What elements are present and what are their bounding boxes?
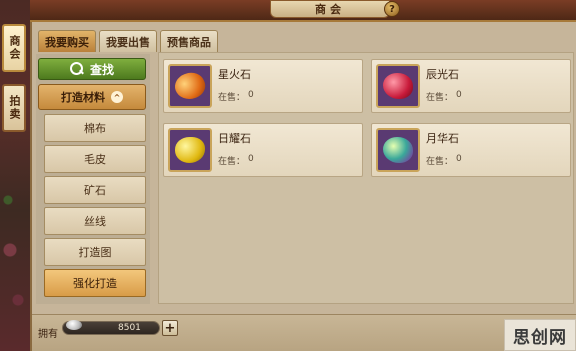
item-stock-value: 0 <box>248 154 254 164</box>
item-name: 月华石 <box>426 132 459 145</box>
tab-buy[interactable]: 我要购买 <box>38 30 96 52</box>
item-grid: 星火石 在售： 0 辰光石 在售： 0 日耀石 在售： 0 月华石 在售： 0 <box>158 52 574 304</box>
chevron-up-icon: ^ <box>111 91 123 103</box>
item-card[interactable]: 辰光石 在售： 0 <box>371 59 571 113</box>
item-icon-frame <box>168 128 212 172</box>
item-stock-value: 0 <box>456 154 462 164</box>
tab-bar: 我要购买 我要出售 预售商品 <box>38 30 218 52</box>
item-stock-label: 在售： <box>426 93 454 103</box>
item-stock-label: 在售： <box>218 93 246 103</box>
orange-gem-icon <box>171 68 209 104</box>
footer-bar: 拥有 8501 + <box>32 314 576 351</box>
currency-amount: 8501 <box>118 323 141 333</box>
tab-presale[interactable]: 预售商品 <box>160 30 218 52</box>
search-button[interactable]: 查找 <box>38 58 146 80</box>
watermark-logo: 思创网 <box>504 319 576 351</box>
item-name: 星火石 <box>218 68 251 81</box>
window-title: 商会 <box>270 0 390 18</box>
cyan-gem-icon <box>383 137 413 163</box>
item-name: 日耀石 <box>218 132 251 145</box>
market-panel: 我要购买 我要出售 预售商品 查找 打造材料 ^ 棉布 毛皮 矿石 丝线 打造图… <box>30 22 576 351</box>
category-label: 打造材料 <box>61 91 105 104</box>
search-label: 查找 <box>89 62 114 77</box>
item-name: 辰光石 <box>426 68 459 81</box>
item-stock-value: 0 <box>456 90 462 100</box>
owned-label: 拥有 <box>38 329 58 340</box>
item-card[interactable]: 月华石 在售： 0 <box>371 123 571 177</box>
item-card[interactable]: 日耀石 在售： 0 <box>163 123 363 177</box>
title-bar: 商会 ? ✕ <box>30 0 576 22</box>
item-stock-label: 在售： <box>426 157 454 167</box>
item-icon-frame <box>376 64 420 108</box>
subcategory-cotton[interactable]: 棉布 <box>44 114 146 142</box>
item-stock-value: 0 <box>248 90 254 100</box>
side-tab-shanghui[interactable]: 商会 <box>2 24 26 72</box>
subcategory-silk[interactable]: 丝线 <box>44 207 146 235</box>
item-card[interactable]: 星火石 在售： 0 <box>163 59 363 113</box>
item-icon-frame <box>168 64 212 108</box>
subcategory-fur[interactable]: 毛皮 <box>44 145 146 173</box>
item-stock-label: 在售： <box>218 157 246 167</box>
yellow-gem-icon <box>175 137 205 163</box>
subcategory-enhance[interactable]: 强化打造 <box>44 269 146 297</box>
silver-ingot-icon <box>66 320 82 330</box>
category-forging-materials[interactable]: 打造材料 ^ <box>38 84 146 110</box>
red-gem-icon <box>383 73 413 99</box>
category-sidebar: 查找 打造材料 ^ 棉布 毛皮 矿石 丝线 打造图 强化打造 <box>36 54 150 304</box>
side-tab-paimai[interactable]: 拍卖 <box>2 84 26 132</box>
tab-sell[interactable]: 我要出售 <box>99 30 157 52</box>
subcategory-ore[interactable]: 矿石 <box>44 176 146 204</box>
subcategory-blueprint[interactable]: 打造图 <box>44 238 146 266</box>
help-button[interactable]: ? <box>384 1 400 17</box>
add-currency-button[interactable]: + <box>162 320 178 336</box>
magnifier-icon <box>69 62 84 76</box>
item-icon-frame <box>376 128 420 172</box>
